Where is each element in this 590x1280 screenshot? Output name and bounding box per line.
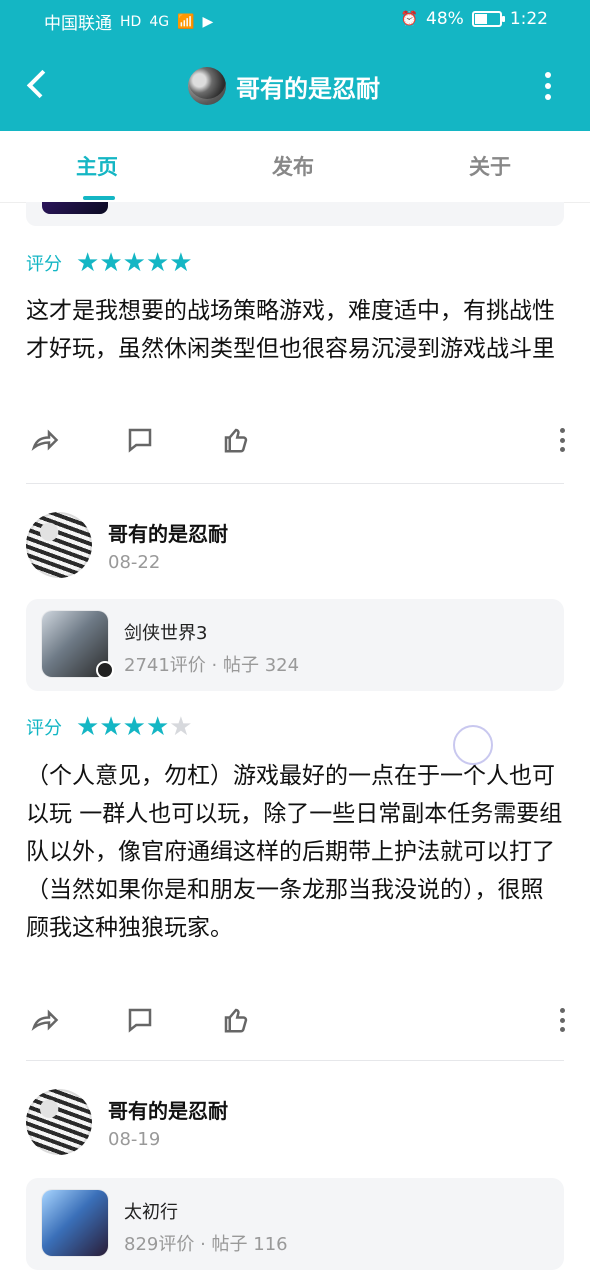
feed: 评分 ★★★★★ 这才是我想要的战场策略游戏，难度适中，有挑战性才好玩，虽然休闲… (0, 202, 590, 1280)
kebab-icon[interactable] (558, 428, 566, 452)
title-wrap: 哥有的是忍耐 (188, 66, 380, 106)
game-meta: 2741评价 · 帖子 324 (124, 655, 300, 676)
like-icon[interactable] (218, 422, 254, 458)
star-icon: ★ (99, 248, 123, 278)
rating-label: 评分 (26, 718, 62, 739)
carrier: 中国联通 (44, 14, 112, 34)
rating-label: 评分 (26, 254, 62, 275)
kebab-icon[interactable] (558, 1008, 566, 1032)
alarm-icon: ⏰ (400, 11, 419, 27)
like-icon[interactable] (218, 1002, 254, 1038)
star-icon: ★ (169, 712, 193, 742)
time: 1:22 (509, 9, 548, 29)
battery-icon (471, 11, 505, 27)
stars: ★★★★★ (76, 714, 193, 740)
star-icon: ★ (122, 248, 146, 278)
active-tab-indicator (83, 196, 115, 200)
star-icon: ★ (99, 712, 123, 742)
star-icon: ★ (145, 248, 170, 278)
star-icon: ★ (169, 248, 193, 278)
game-meta: 829评价 · 帖子 116 (124, 1234, 288, 1255)
review-text: （个人意见，勿杠）游戏最好的一点在于一个人也可以玩 一群人也可以玩，除了一些日常… (26, 763, 563, 941)
divider (26, 483, 564, 484)
avatar[interactable] (26, 1089, 92, 1155)
status-bar: 中国联通 HD 4G 📶 ▶ ⏰ 48% 1:22 (0, 0, 590, 40)
star-icon: ★ (122, 712, 146, 742)
battery-percent: 48% (426, 9, 464, 29)
star-icon: ★ (145, 712, 170, 742)
video-icon: ▶ (202, 13, 214, 30)
tab-home[interactable]: 主页 (76, 151, 118, 181)
hd-icon: HD (120, 13, 142, 30)
game-card[interactable]: 太初行 829评价 · 帖子 116 (26, 1178, 564, 1270)
divider (26, 1060, 564, 1061)
post-user[interactable]: 哥有的是忍耐 08-19 (26, 1089, 566, 1159)
avatar[interactable] (26, 512, 92, 578)
page-title: 哥有的是忍耐 (236, 74, 380, 103)
user-name: 哥有的是忍耐 (108, 522, 228, 546)
post-date: 08-19 (108, 1129, 161, 1150)
nav-bar: 哥有的是忍耐 (0, 54, 590, 118)
signal-icon: 4G (149, 13, 170, 30)
app-header: 中国联通 HD 4G 📶 ▶ ⏰ 48% 1:22 哥有的是忍耐 (0, 0, 590, 131)
game-icon (42, 1190, 108, 1256)
post-date: 08-22 (108, 552, 161, 573)
rating-row: 评分 ★★★★★ (26, 712, 193, 742)
share-icon[interactable] (26, 422, 62, 458)
game-badge-icon (96, 661, 114, 679)
share-icon[interactable] (26, 1002, 62, 1038)
game-icon (42, 202, 108, 214)
post-actions (26, 1002, 566, 1042)
more-vert-icon[interactable] (544, 72, 552, 100)
post-user[interactable]: 哥有的是忍耐 08-22 (26, 512, 566, 582)
star-icon: ★ (76, 248, 100, 278)
status-right: ⏰ 48% 1:22 (401, 9, 548, 29)
game-card-partial[interactable] (26, 202, 564, 226)
game-card[interactable]: 剑侠世界3 2741评价 · 帖子 324 (26, 599, 564, 691)
review-text: 这才是我想要的战场策略游戏，难度适中，有挑战性才好玩，虽然休闲类型但也很容易沉浸… (26, 298, 555, 362)
tab-bar: 主页 发布 关于 (0, 131, 590, 203)
avatar[interactable] (188, 67, 226, 105)
rating-row: 评分 ★★★★★ (26, 248, 193, 278)
post-actions (26, 422, 566, 462)
comment-icon[interactable] (122, 422, 158, 458)
touch-indicator (453, 725, 493, 765)
back-icon[interactable] (22, 66, 56, 102)
star-icon: ★ (76, 712, 100, 742)
wifi-icon: 📶 (177, 13, 195, 30)
game-name: 剑侠世界3 (124, 623, 208, 644)
stars: ★★★★★ (76, 250, 193, 276)
tab-about[interactable]: 关于 (469, 151, 511, 181)
status-left: 中国联通 HD 4G 📶 ▶ (44, 9, 214, 35)
comment-icon[interactable] (122, 1002, 158, 1038)
user-name: 哥有的是忍耐 (108, 1099, 228, 1123)
tab-posts[interactable]: 发布 (272, 151, 314, 181)
game-name: 太初行 (124, 1202, 178, 1223)
